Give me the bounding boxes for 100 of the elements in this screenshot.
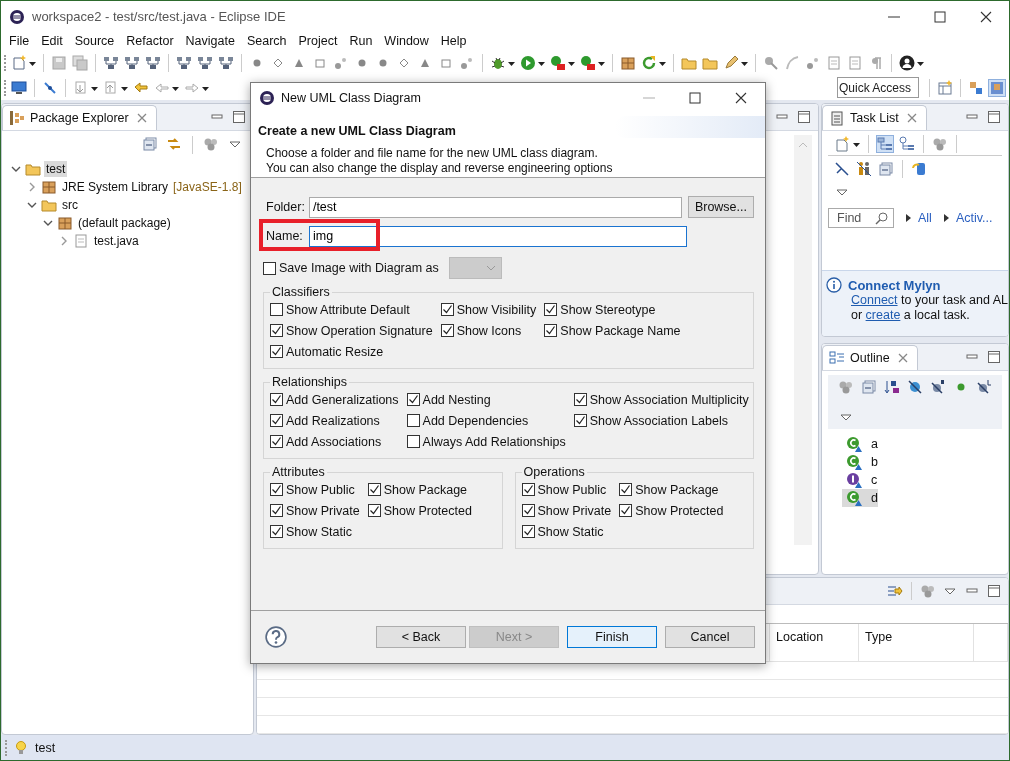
checkbox[interactable] <box>367 483 381 496</box>
menu-item[interactable]: Project <box>292 34 344 48</box>
checkbox[interactable] <box>270 435 283 448</box>
menu-item[interactable]: Help <box>434 34 473 48</box>
schedule-list-icon[interactable] <box>899 136 915 152</box>
link[interactable]: Connect <box>851 293 898 307</box>
checkbox[interactable] <box>619 504 633 517</box>
checkbox[interactable] <box>440 324 454 337</box>
maximize-icon[interactable] <box>687 89 703 106</box>
checkbox[interactable] <box>270 324 283 337</box>
checkbox[interactable] <box>573 393 587 406</box>
hide-local-icon[interactable] <box>976 379 992 395</box>
checkbox[interactable] <box>367 504 381 517</box>
user-icon[interactable] <box>899 54 915 71</box>
refresh-icon[interactable] <box>641 54 657 71</box>
maximize-icon[interactable] <box>986 349 1002 365</box>
checkbox[interactable] <box>270 303 283 316</box>
find-field[interactable]: Find <box>828 208 894 228</box>
checkbox[interactable] <box>270 345 283 358</box>
checkbox[interactable] <box>270 414 283 427</box>
checkbox[interactable] <box>573 414 587 427</box>
crate-icon[interactable] <box>620 54 636 71</box>
checkbox[interactable] <box>521 483 535 496</box>
quick-access-field[interactable]: Quick Access <box>837 77 919 98</box>
monitor-icon[interactable] <box>11 79 27 96</box>
dialog-button[interactable]: Cancel <box>665 626 755 648</box>
name-field[interactable]: img <box>309 225 687 247</box>
menu-item[interactable]: Source <box>68 34 121 48</box>
checkbox[interactable] <box>406 435 420 448</box>
maximize-icon[interactable] <box>986 583 1002 599</box>
maximize-icon[interactable] <box>231 109 247 125</box>
view-tab[interactable]: Task List <box>822 105 927 130</box>
maximize-icon[interactable] <box>796 109 812 125</box>
tree-item[interactable]: src <box>60 197 80 213</box>
collapse-all-icon[interactable] <box>142 136 158 152</box>
view-tab[interactable]: Package Explorer <box>2 105 157 130</box>
menu-item[interactable]: File <box>3 34 36 48</box>
column-header[interactable]: Type <box>859 624 974 661</box>
checkbox[interactable] <box>270 483 283 496</box>
pencil-icon[interactable] <box>723 54 739 71</box>
sync-icon[interactable] <box>911 161 927 177</box>
open-perspective-icon[interactable] <box>937 79 953 96</box>
dialog-button[interactable]: < Back <box>376 626 466 648</box>
menu-item[interactable]: Window <box>378 34 435 48</box>
checkbox[interactable] <box>270 393 283 406</box>
run-tool-icon[interactable] <box>580 54 596 71</box>
blocks-icon[interactable] <box>103 54 119 71</box>
filter-arrows-icon[interactable] <box>887 583 903 599</box>
spheres-icon[interactable] <box>203 136 219 152</box>
blocks-icon[interactable] <box>145 54 161 71</box>
checkbox[interactable] <box>263 261 276 275</box>
people-icon[interactable] <box>856 161 872 177</box>
maximize-icon[interactable] <box>932 8 948 25</box>
filter-link[interactable]: Activ... <box>955 211 993 225</box>
help-icon[interactable] <box>265 626 287 648</box>
perspective-icon[interactable] <box>968 79 984 96</box>
maximize-icon[interactable] <box>986 109 1002 125</box>
checkbox[interactable] <box>440 303 454 316</box>
checkbox[interactable] <box>406 393 420 406</box>
column-header[interactable]: Location <box>770 624 859 661</box>
outline-item[interactable]: a <box>842 435 878 453</box>
checkbox[interactable] <box>406 414 420 427</box>
checkbox[interactable] <box>544 324 558 337</box>
menu-item[interactable]: Edit <box>35 34 69 48</box>
run-tool-icon[interactable] <box>550 54 566 71</box>
checkbox[interactable] <box>619 483 633 496</box>
menu-item[interactable]: Navigate <box>179 34 241 48</box>
hide-static-icon[interactable] <box>930 379 946 395</box>
blocks-icon[interactable] <box>197 54 213 71</box>
checkbox[interactable] <box>521 525 535 538</box>
tree-item[interactable]: test.java <box>92 233 141 249</box>
outline-item[interactable]: b <box>842 453 878 471</box>
run-icon[interactable] <box>520 54 536 71</box>
menu-item[interactable]: Run <box>343 34 379 48</box>
menu-item[interactable]: Refactor <box>120 34 180 48</box>
tree-list-icon[interactable] <box>877 136 893 152</box>
browse-button[interactable]: Browse... <box>687 196 754 218</box>
tree-item[interactable]: test <box>44 161 68 177</box>
arrows-icon[interactable] <box>166 136 182 152</box>
scrollbar[interactable] <box>794 135 812 545</box>
link[interactable]: create <box>865 308 901 322</box>
blocks-icon[interactable] <box>176 54 192 71</box>
blocks-icon[interactable] <box>124 54 140 71</box>
checkbox[interactable] <box>521 504 535 517</box>
folder-field[interactable]: /test <box>308 196 682 218</box>
sort-icon[interactable] <box>884 379 900 395</box>
blocks-icon[interactable] <box>218 54 234 71</box>
outline-item[interactable]: d <box>842 489 878 507</box>
checkbox[interactable] <box>270 525 283 538</box>
dialog-button[interactable]: Finish <box>567 626 657 648</box>
tree-item[interactable]: (default package) <box>76 215 173 231</box>
hide-fields-icon[interactable] <box>907 379 923 395</box>
menu-item[interactable]: Search <box>240 34 293 48</box>
collapse-all-icon[interactable] <box>861 379 877 395</box>
tree-item[interactable]: JRE System Library <box>60 179 171 195</box>
filter-link[interactable]: All <box>918 211 932 225</box>
checkbox[interactable] <box>270 504 283 517</box>
collapse-all-icon[interactable] <box>878 161 894 177</box>
spheres-icon[interactable] <box>932 136 948 152</box>
view-tab[interactable]: Outline <box>822 345 918 370</box>
